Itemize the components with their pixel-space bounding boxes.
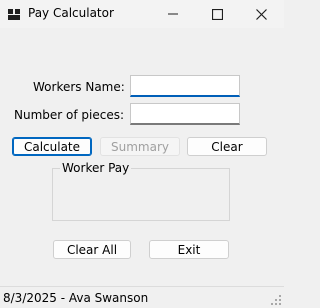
pieces-label: Number of pieces: — [14, 108, 125, 122]
workers-name-label: Workers Name: — [33, 80, 125, 94]
worker-pay-legend: Worker Pay — [60, 161, 132, 175]
summary-button[interactable]: Summary — [100, 137, 180, 156]
workers-name-input[interactable] — [130, 75, 240, 97]
maximize-icon — [211, 8, 223, 20]
calculate-button[interactable]: Calculate — [12, 137, 92, 156]
worker-pay-group — [52, 168, 230, 221]
resize-grip-icon[interactable] — [271, 295, 281, 305]
status-bar: 8/3/2025 - Ava Swanson — [0, 286, 284, 308]
clear-button[interactable]: Clear — [187, 137, 267, 156]
pieces-input[interactable] — [130, 103, 240, 125]
status-text: 8/3/2025 - Ava Swanson — [3, 291, 149, 305]
window-title: Pay Calculator — [28, 6, 114, 20]
close-button[interactable] — [238, 0, 284, 28]
maximize-button[interactable] — [194, 0, 240, 28]
app-icon — [8, 9, 20, 20]
minimize-icon — [168, 13, 178, 15]
exit-button[interactable]: Exit — [149, 240, 229, 259]
close-icon — [255, 8, 267, 20]
clear-all-button[interactable]: Clear All — [53, 240, 131, 259]
title-bar[interactable]: Pay Calculator — [0, 0, 284, 28]
minimize-button[interactable] — [150, 0, 196, 28]
